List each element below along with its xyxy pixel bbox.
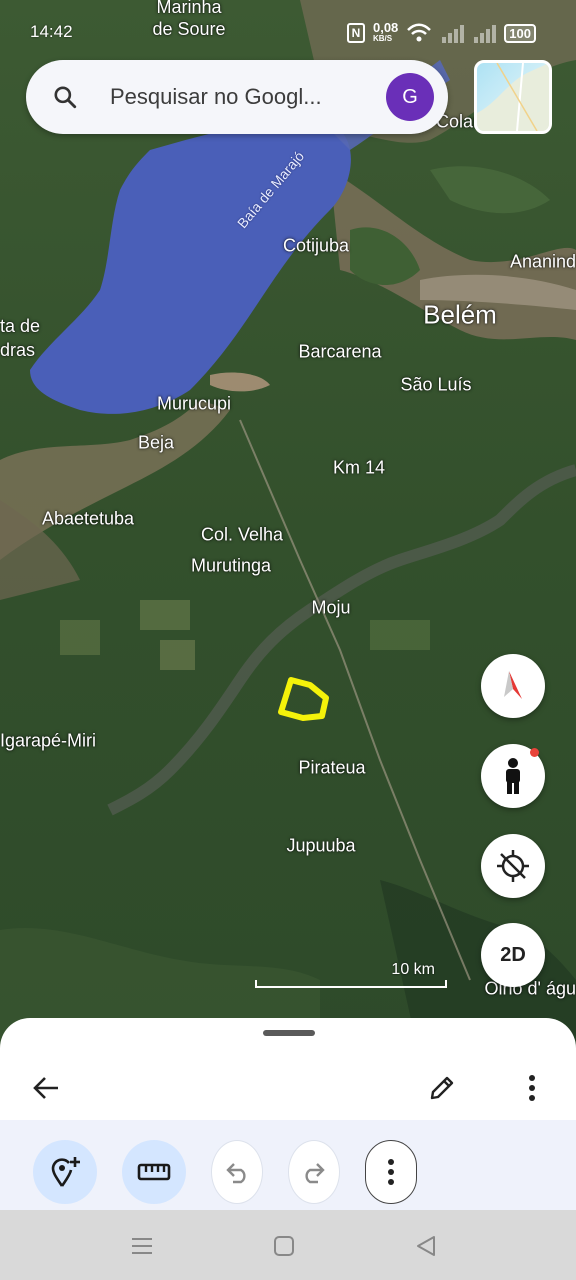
- place-label-murucupi: Murucupi: [156, 393, 232, 414]
- undo-icon: [226, 1163, 246, 1184]
- pegman-icon: [506, 758, 520, 794]
- signal-2-icon: [474, 25, 497, 43]
- place-label-moju: Moju: [311, 597, 351, 618]
- ruler-icon: [137, 1163, 171, 1181]
- search-icon: [54, 86, 77, 109]
- more-vert-icon: [388, 1159, 394, 1185]
- home-square-icon: [274, 1236, 294, 1256]
- map-view[interactable]: Marinha de Soure Colar Baía de Marajó Co…: [0, 0, 576, 1060]
- back-button[interactable]: [26, 1068, 66, 1108]
- place-label-pirateua: Pirateua: [298, 757, 366, 778]
- toggle-2d-button[interactable]: 2D: [481, 923, 545, 987]
- undo-button[interactable]: [211, 1140, 263, 1204]
- place-label-murutinga: Murutinga: [190, 555, 272, 576]
- network-speed-value: 0,08: [372, 20, 399, 35]
- notification-dot: [530, 748, 539, 757]
- signal-1-icon: [442, 25, 465, 43]
- redo-icon: [305, 1163, 325, 1184]
- edit-toolbar: [0, 1120, 576, 1210]
- bottom-sheet: [0, 1018, 576, 1210]
- nav-home-button[interactable]: [272, 1234, 296, 1258]
- compass-icon: [504, 671, 522, 699]
- wifi-icon: [407, 23, 432, 42]
- compass-button[interactable]: [481, 654, 545, 718]
- pencil-icon: [430, 1076, 454, 1100]
- sheet-drag-handle[interactable]: [263, 1030, 315, 1036]
- more-options-button[interactable]: [512, 1068, 552, 1108]
- add-location-icon: [51, 1157, 80, 1187]
- scale-label: 10 km: [391, 961, 435, 978]
- battery-indicator: 100: [504, 23, 536, 43]
- search-input[interactable]: Pesquisar no Googl...: [110, 84, 386, 110]
- network-speed-unit: KB/S: [372, 34, 393, 43]
- search-bar[interactable]: Pesquisar no Googl... G: [26, 60, 448, 134]
- place-label-ponta-de-pedras: ta de dras: [0, 316, 41, 360]
- my-location-button[interactable]: [481, 834, 545, 898]
- nav-back-button[interactable]: [414, 1234, 438, 1258]
- nav-recents-button[interactable]: [130, 1234, 154, 1258]
- network-speed: 0,08 KB/S: [372, 20, 399, 44]
- arrow-back-icon: [33, 1077, 58, 1099]
- place-label-barcarena: Barcarena: [298, 341, 382, 362]
- place-label-sao-luis: São Luís: [400, 374, 472, 395]
- tools-more-button[interactable]: [365, 1140, 417, 1204]
- place-label-igarape-miri: Igarapé-Miri: [0, 730, 97, 751]
- place-label-beja: Beja: [137, 432, 175, 453]
- place-label-km14: Km 14: [332, 457, 386, 478]
- map-thumbnail-icon: [477, 63, 549, 131]
- scale-line: [255, 980, 447, 988]
- place-label-jupuuba: Jupuuba: [286, 835, 356, 856]
- more-vert-icon: [529, 1075, 535, 1101]
- back-triangle-icon: [417, 1236, 435, 1256]
- menu-icon: [132, 1238, 152, 1254]
- street-view-button[interactable]: [481, 744, 545, 808]
- status-icons: N 0,08 KB/S 100: [346, 20, 536, 44]
- add-placemark-button[interactable]: [33, 1140, 97, 1204]
- system-nav-bar: [0, 1210, 576, 1280]
- measure-button[interactable]: [122, 1140, 186, 1204]
- place-label-ananindeua: Ananind: [509, 251, 576, 272]
- map-layers-button[interactable]: [474, 60, 552, 134]
- place-label-abaetetuba: Abaetetuba: [41, 508, 135, 529]
- place-label-cotijuba: Cotijuba: [282, 235, 350, 256]
- place-label-belem: Belém: [423, 299, 497, 330]
- redo-button[interactable]: [288, 1140, 340, 1204]
- place-label-col-velha: Col. Velha: [200, 524, 284, 545]
- account-avatar[interactable]: G: [386, 73, 434, 121]
- edit-button[interactable]: [422, 1068, 462, 1108]
- nfc-icon: N: [346, 23, 365, 43]
- status-bar: 14:42 N 0,08 KB/S 100: [0, 0, 576, 64]
- status-time: 14:42: [30, 22, 73, 41]
- sheet-header: [0, 1058, 576, 1118]
- location-off-icon: [497, 850, 529, 882]
- scale-bar: 10 km: [255, 958, 447, 992]
